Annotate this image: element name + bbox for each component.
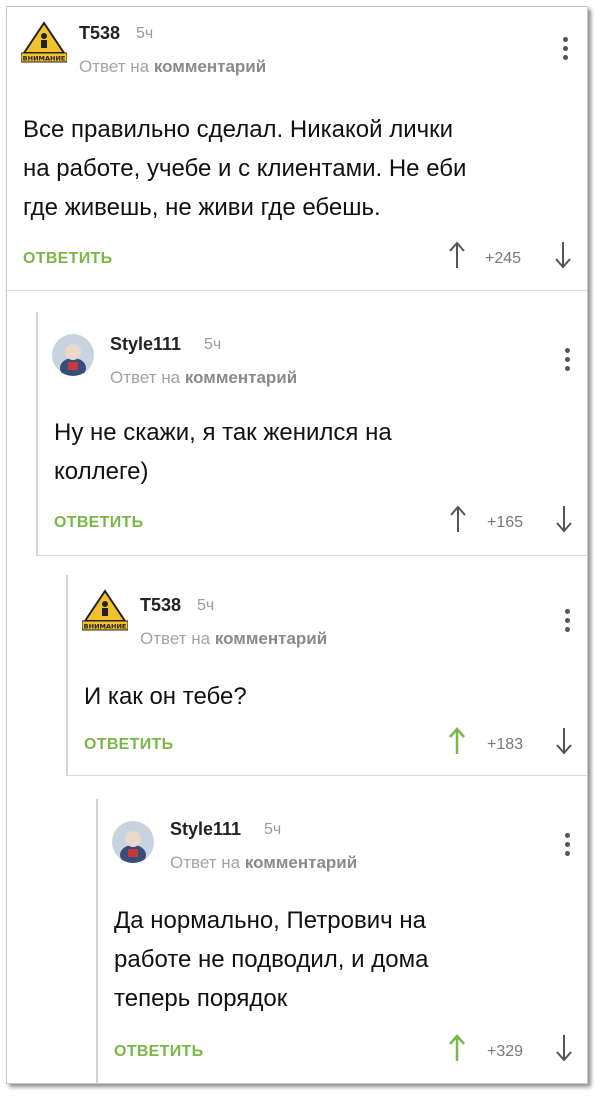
username[interactable]: T538 [140,595,181,616]
reply-button[interactable]: ОТВЕТИТЬ [54,514,143,532]
reply-to-link[interactable]: комментарий [215,629,327,648]
more-vertical-icon[interactable] [563,37,569,64]
timestamp: 5ч [264,821,282,838]
reply-to-link[interactable]: комментарий [245,853,357,872]
svg-text:ВНИМАНИЕ: ВНИМАНИЕ [84,623,127,631]
arrow-up-icon[interactable] [448,727,466,755]
user-avatar[interactable] [52,334,94,376]
arrow-up-icon[interactable] [448,241,466,269]
more-vertical-icon[interactable] [565,833,571,860]
reply-to-label: Ответ на комментарий [140,629,328,648]
user-avatar[interactable] [112,821,154,863]
reply-button[interactable]: ОТВЕТИТЬ [84,736,173,754]
vote-score: +165 [487,514,524,531]
comment: ВНИМАНИЕ T538 5ч Ответ на комментарий И … [66,575,587,776]
user-avatar[interactable]: ВНИМАНИЕ [82,589,128,633]
reply-button[interactable]: ОТВЕТИТЬ [23,250,112,268]
arrow-up-icon[interactable] [448,1034,466,1062]
timestamp: 5ч [136,25,154,42]
reply-to-label: Ответ на комментарий [170,853,358,872]
more-vertical-icon[interactable] [565,609,571,636]
comment: Style111 5ч Ответ на комментарий Ну не с… [36,312,587,556]
reply-to-prefix: Ответ на [79,57,150,76]
reply-to-link[interactable]: комментарий [154,57,266,76]
comment-text: Ну не скажи, я так женился на коллеге) [54,419,392,485]
arrow-down-icon[interactable] [555,1034,573,1062]
comment-text: Да нормально, Петрович на работе не подв… [114,907,429,1012]
username[interactable]: Style111 [170,819,241,840]
reply-to-label: Ответ на комментарий [110,368,298,387]
reply-button[interactable]: ОТВЕТИТЬ [114,1043,203,1061]
reply-to-label: Ответ на комментарий [79,57,266,77]
vote-score: +245 [485,250,522,267]
vote-score: +329 [487,1043,524,1060]
arrow-down-icon[interactable] [555,727,573,755]
timestamp: 5ч [197,597,215,614]
comment-text: И как он тебе? [84,683,247,710]
reply-to-link[interactable]: комментарий [185,368,297,387]
vote-score: +183 [487,736,524,753]
username[interactable]: T538 [79,23,120,44]
svg-text:ВНИМАНИЕ: ВНИМАНИЕ [23,55,66,63]
username[interactable]: Style111 [110,334,181,355]
comment: Style111 5ч Ответ на комментарий Да норм… [96,799,587,1083]
more-vertical-icon[interactable] [565,348,571,375]
user-avatar[interactable]: ВНИМАНИЕ [21,21,67,65]
arrow-down-icon[interactable] [555,505,573,533]
comments-thread: ВНИМАНИЕ T538 5ч Ответ на комментарий Вс… [6,6,588,1084]
comment: ВНИМАНИЕ T538 5ч Ответ на комментарий Вс… [7,7,587,291]
arrow-up-icon[interactable] [449,505,467,533]
timestamp: 5ч [204,336,222,353]
arrow-down-icon[interactable] [554,241,572,269]
comment-text: Все правильно сделал. Никакой лички на р… [23,116,467,221]
